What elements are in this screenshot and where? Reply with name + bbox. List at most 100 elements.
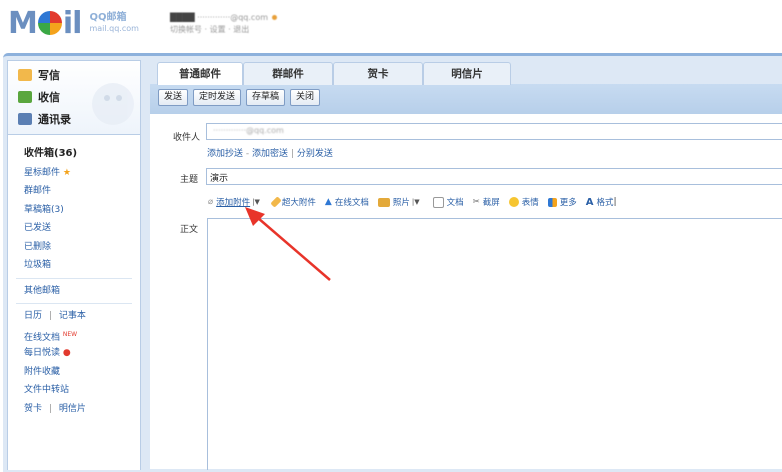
cursor-bar: | [613,197,617,207]
mail-type-tabs: 普通邮件 群邮件 贺卡 明信片 [157,62,511,85]
dash-text: - [245,149,250,159]
sidebar-item-attachment-fav[interactable]: 附件收藏 [24,363,140,382]
divider [16,277,132,279]
photo-label: 照片 [392,198,410,208]
more-grid-icon [547,197,557,207]
tab-postcard[interactable]: 明信片 [423,62,511,85]
body-label: 正文 [179,225,198,235]
logo-url: mail.qq.com [89,24,139,33]
postcard-link[interactable]: 明信片 [59,404,86,414]
sidebar-top-nav: 写信 收信 通讯录 [8,61,140,135]
user-name: ████ [170,13,195,22]
big-paperclip-icon [270,196,282,208]
sidebar-item-other-mailbox[interactable]: 其他邮箱 [24,282,140,301]
subject-field[interactable]: 演示 [206,168,782,185]
user-email: ·············@qq.com [197,13,268,22]
add-cc-link[interactable]: 添加抄送 [207,149,243,159]
sidebar: 写信 收信 通讯录 收件箱(36) 星标邮件 ★ 群邮件 草稿箱(3) 已发送 … [7,60,141,470]
screenshot-button[interactable]: ✂ 截屏 [473,196,500,208]
more-label: 更多 [559,198,577,208]
user-info: ████ ·············@qq.com 切换帐号 · 设置 · 退出 [170,12,277,36]
paperclip-icon: ⌀ [208,197,214,207]
sidebar-item-daily-read[interactable]: 每日悦读 ● [24,344,140,363]
add-attachment-button[interactable]: ⌀ 添加附件 |▼ [208,196,264,208]
compose-icon [18,69,32,81]
online-doc-label: 在线文档 [334,198,369,208]
tab-group-mail[interactable]: 群邮件 [243,62,333,85]
header: Mil QQ邮箱 mail.qq.com ████ ·············@… [0,0,782,52]
format-label: 格式 [596,198,614,208]
photo-icon [377,197,390,207]
sidebar-item-calendar-notes: 日历 | 记事本 [24,307,140,326]
new-badge: NEW [62,330,78,338]
format-button[interactable]: A 格式 | [585,196,617,209]
body-editor[interactable] [207,218,782,470]
add-attachment-label: 添加附件 [216,198,251,208]
contacts-label: 通讯录 [38,113,71,126]
screenshot-label: 截屏 [482,198,500,208]
sidebar-item-card-postcard: 贺卡 | 明信片 [24,400,140,419]
contacts-icon [18,113,32,125]
card-link[interactable]: 贺卡 [24,404,42,414]
compose-link[interactable]: 写信 [18,67,60,83]
to-field[interactable]: ·············@qq.com [206,123,782,140]
notification-dot-icon: ● [62,348,71,358]
online-doc-button[interactable]: ▲ 在线文档 [325,196,369,208]
tab-normal-mail[interactable]: 普通邮件 [157,62,243,85]
compose-label: 写信 [38,69,60,82]
font-a-icon: A [585,196,594,208]
receive-icon [18,91,32,103]
more-button[interactable]: 更多 [547,196,577,208]
close-button[interactable]: 关闭 [290,89,321,106]
send-button[interactable]: 发送 [158,89,189,106]
big-attachment-label: 超大附件 [281,198,316,208]
sidebar-item-deleted[interactable]: 已删除 [24,238,140,257]
sidebar-item-inbox[interactable]: 收件箱(36) [24,145,140,164]
emoji-button[interactable]: 表情 [508,196,539,208]
save-draft-button[interactable]: 存草稿 [246,89,286,106]
qq-mail-logo[interactable]: Mil QQ邮箱 mail.qq.com [8,5,139,41]
chevron-down-icon[interactable]: |▼ [252,198,260,206]
account-links[interactable]: 切换帐号 · 设置 · 退出 [170,24,277,36]
to-value: ·············@qq.com [213,126,284,135]
separate-send-link[interactable]: 分别发送 [297,149,333,159]
penguin-decoration [92,83,134,125]
inbox-label: 收信 [38,91,60,104]
sidebar-item-group-mail[interactable]: 群邮件 [24,182,140,201]
tab-greeting-card[interactable]: 贺卡 [333,62,423,85]
scissors-icon: ✂ [472,197,480,207]
sidebar-item-file-transfer[interactable]: 文件中转站 [24,381,140,400]
inbox-link[interactable]: 收信 [18,89,60,105]
notes-link[interactable]: 记事本 [59,311,86,321]
contacts-link[interactable]: 通讯录 [18,111,71,127]
chevron-down-icon[interactable]: |▼ [412,198,420,206]
sidebar-item-online-docs[interactable]: 在线文档 NEW [24,326,140,345]
photo-button[interactable]: 照片 |▼ [377,196,424,208]
big-attachment-button[interactable]: 超大附件 [270,196,316,208]
document-button[interactable]: 文档 [432,196,464,208]
subject-label: 主题 [179,175,198,185]
document-icon [432,196,444,208]
to-label: 收件人 [172,133,200,143]
doc-triangle-icon: ▲ [324,197,332,207]
status-dot [272,15,277,20]
subject-value: 演示 [210,174,229,184]
divider [16,303,132,304]
mail-logo-wordmark: Mil [8,5,82,41]
sidebar-item-spam[interactable]: 垃圾箱 [24,256,140,275]
compose-toolbar: 发送 定时发送 存草稿 关闭 [158,89,325,106]
folder-list: 收件箱(36) 星标邮件 ★ 群邮件 草稿箱(3) 已发送 已删除 垃圾箱 其他… [8,135,140,418]
emoji-label: 表情 [521,198,539,208]
divider-text: | [48,403,52,414]
sidebar-item-drafts[interactable]: 草稿箱(3) [24,201,140,220]
sidebar-item-sent[interactable]: 已发送 [24,219,140,238]
calendar-link[interactable]: 日历 [24,311,42,321]
editor-toolbar: ⌀ 添加附件 |▼ 超大附件 ▲ 在线文档 照片 |▼ 文档 ✂ 截屏 表情 更… [208,196,625,208]
document-label: 文档 [446,198,464,208]
sidebar-item-starred[interactable]: 星标邮件 ★ [24,164,140,183]
add-bcc-link[interactable]: 添加密送 [252,149,288,159]
star-icon: ★ [62,167,71,178]
cc-links: 添加抄送 - 添加密送 | 分别发送 [207,146,333,159]
scheduled-send-button[interactable]: 定时发送 [193,89,242,106]
pipe-text: | [290,149,294,159]
